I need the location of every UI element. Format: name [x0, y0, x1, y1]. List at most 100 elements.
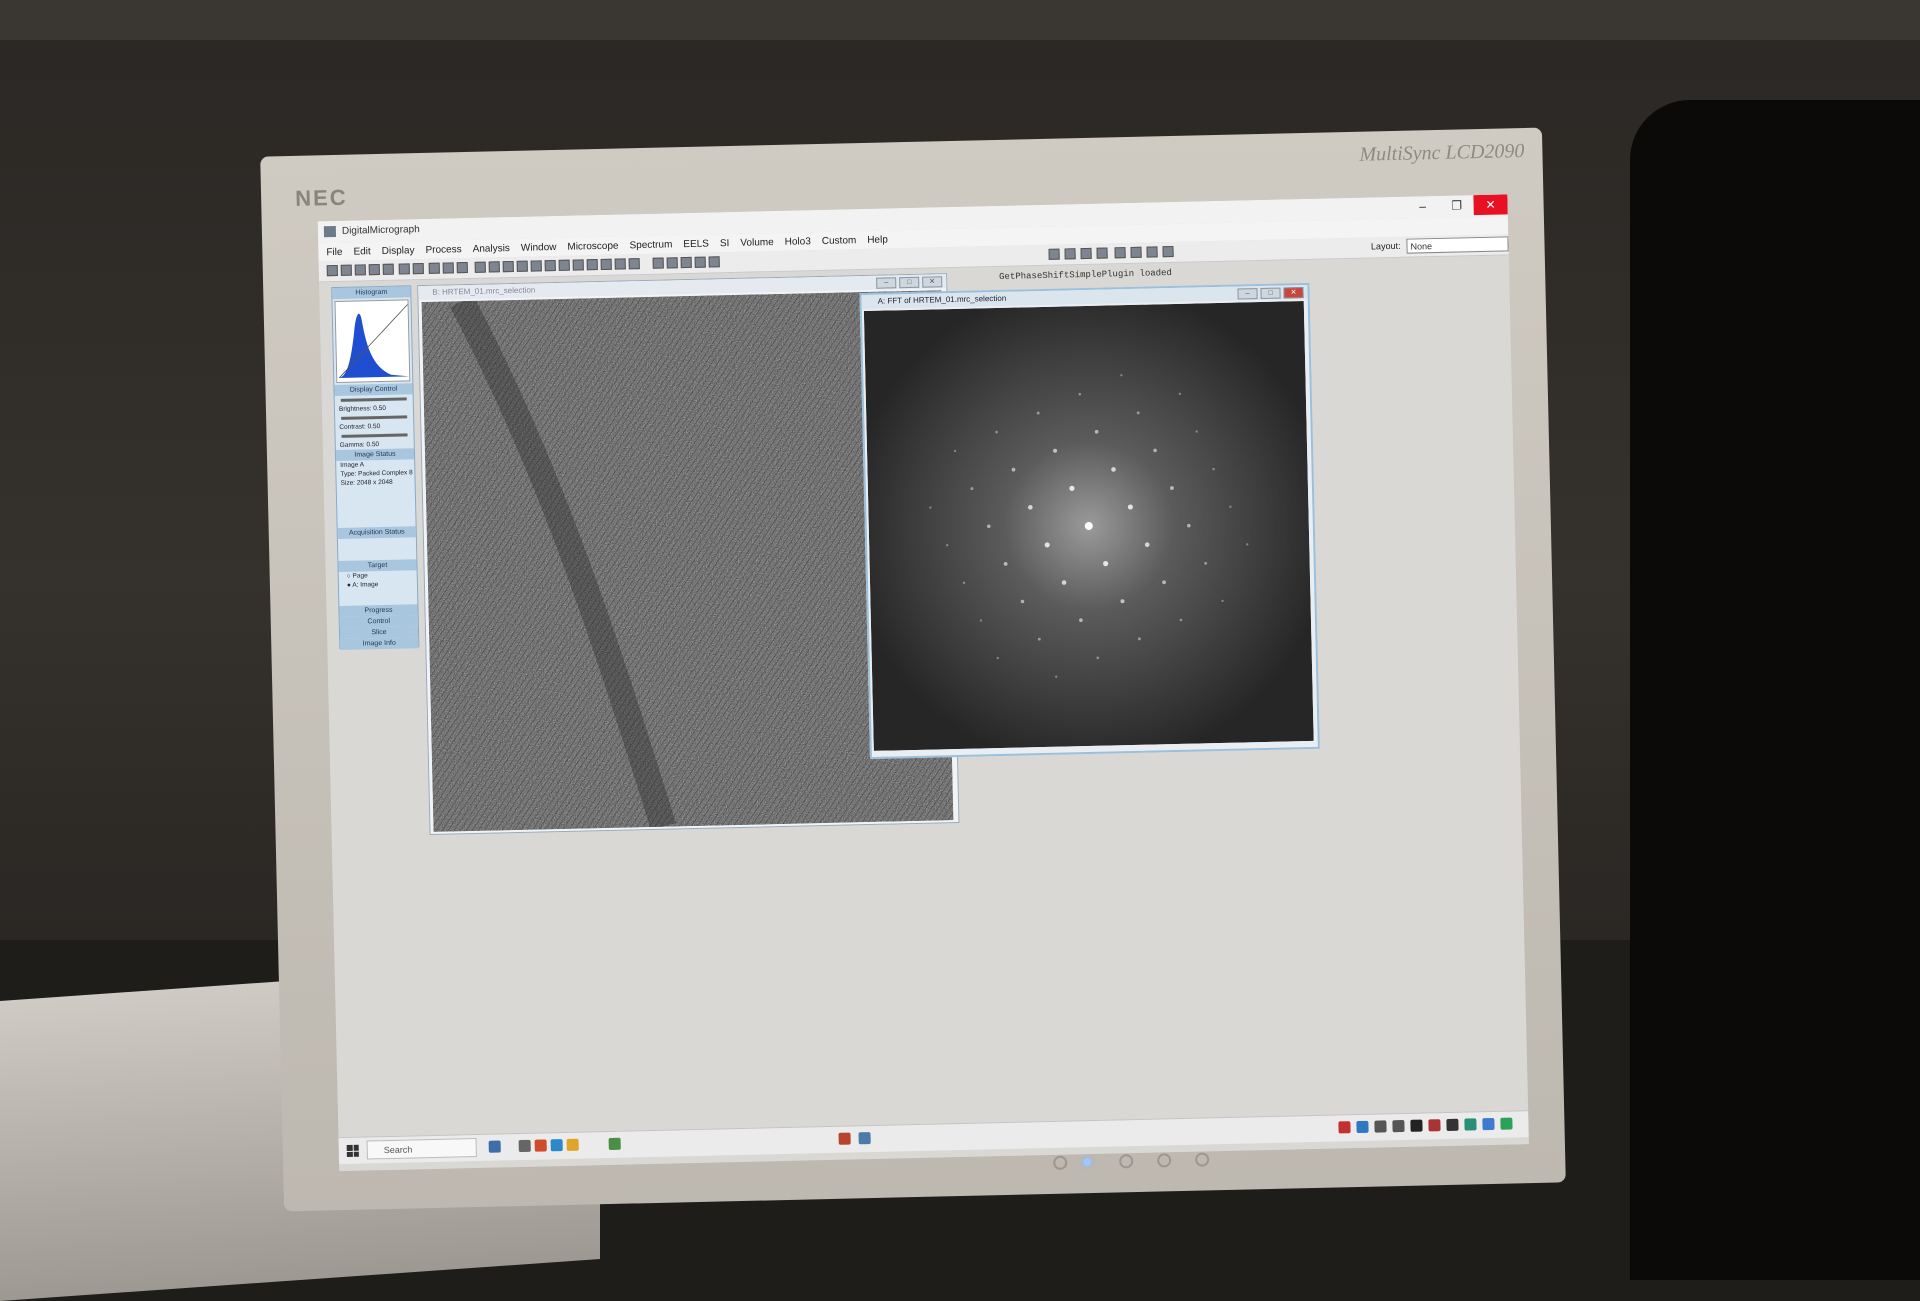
menu-volume[interactable]: Volume	[740, 237, 774, 249]
open-icon[interactable]	[326, 264, 338, 277]
hrtem-window-buttons: – □ ✕	[876, 276, 943, 289]
select-icon[interactable]	[652, 257, 664, 269]
fft-close-button[interactable]: ✕	[1283, 287, 1304, 299]
app-icon	[323, 225, 337, 238]
grid-icon[interactable]	[1146, 246, 1158, 258]
hand-icon[interactable]	[488, 261, 500, 273]
explorer-icon[interactable]	[566, 1138, 579, 1151]
menu-analysis[interactable]: Analysis	[473, 243, 510, 255]
tray-app-icon[interactable]	[838, 1132, 851, 1145]
monitor: NEC MultiSync LCD2090 DigitalMicrograph …	[260, 127, 1566, 1212]
pointer-icon[interactable]	[474, 261, 486, 273]
image-info-header[interactable]: Image Info	[340, 637, 419, 650]
fft-diffractogram[interactable]	[863, 301, 1314, 751]
volume-icon[interactable]	[1392, 1119, 1405, 1133]
arrow-icon[interactable]	[544, 260, 556, 272]
tray-icon-8[interactable]	[1500, 1117, 1513, 1130]
tray-icon-6[interactable]	[1464, 1118, 1477, 1131]
taskbar-search-input[interactable]: Search	[366, 1138, 477, 1160]
polygon-icon[interactable]	[586, 259, 598, 271]
fft-window[interactable]: A: FFT of HRTEM_01.mrc_selection – □ ✕	[859, 282, 1320, 759]
profile-icon[interactable]	[666, 257, 678, 269]
menu-process[interactable]: Process	[425, 244, 461, 256]
spot-icon[interactable]	[614, 258, 626, 270]
layout-select[interactable]: None	[1406, 236, 1509, 254]
histogram-plot	[334, 299, 411, 384]
display-icon[interactable]	[1374, 1120, 1387, 1133]
cortana-icon[interactable]	[488, 1140, 501, 1153]
gamma-slider[interactable]	[341, 433, 408, 438]
menu-file[interactable]: File	[326, 246, 342, 257]
angle-icon[interactable]	[708, 256, 720, 268]
menu-microscope[interactable]: Microscope	[567, 240, 618, 252]
menu-eels[interactable]: EELS	[683, 238, 709, 250]
fft-maximize-button[interactable]: □	[1260, 287, 1281, 300]
next-icon[interactable]	[1096, 247, 1108, 259]
link-icon[interactable]	[1114, 247, 1126, 259]
rectangle-icon[interactable]	[558, 259, 570, 271]
tray-icon-3[interactable]	[1410, 1119, 1423, 1132]
menu-help[interactable]: Help	[867, 234, 888, 245]
close-button[interactable]: ✕	[1473, 194, 1508, 216]
hrtem-minimize-button[interactable]: –	[876, 277, 897, 289]
target-icon[interactable]	[1130, 246, 1142, 258]
minus-icon[interactable]	[1080, 247, 1092, 260]
display-control-header[interactable]: Display Control	[334, 383, 413, 397]
line-icon[interactable]	[530, 260, 542, 272]
input-button[interactable]	[1157, 1153, 1172, 1168]
divider-icon[interactable]	[1064, 248, 1076, 260]
menu-button[interactable]	[1119, 1154, 1134, 1169]
new-icon[interactable]	[340, 264, 352, 276]
screen: DigitalMicrograph – ❐ ✕ File Edit Displa…	[317, 194, 1529, 1172]
tray-icon-5[interactable]	[1446, 1118, 1459, 1132]
hrtem-close-button[interactable]: ✕	[922, 276, 943, 288]
hrtem-maximize-button[interactable]: □	[899, 276, 920, 289]
acquisition-status-header[interactable]: Acquisition Status	[337, 526, 416, 540]
print-icon[interactable]	[382, 263, 394, 275]
adjust-button[interactable]	[1195, 1152, 1210, 1167]
menu-holo3[interactable]: Holo3	[785, 236, 811, 248]
menu-si[interactable]: SI	[720, 238, 730, 249]
antivirus-icon[interactable]	[1338, 1121, 1351, 1134]
mask-icon[interactable]	[600, 258, 612, 270]
tray-icon-7[interactable]	[1482, 1117, 1495, 1131]
app-icon-blue[interactable]	[550, 1139, 563, 1152]
chart-icon[interactable]	[412, 262, 424, 275]
line-plot-icon[interactable]	[398, 263, 410, 275]
power-button[interactable]	[1053, 1155, 1068, 1170]
save-all-icon[interactable]	[368, 263, 380, 276]
histogram-graph	[338, 304, 410, 379]
task-view-icon[interactable]	[518, 1139, 531, 1153]
minimize-button[interactable]: –	[1405, 196, 1439, 217]
menu-window[interactable]: Window	[521, 241, 557, 253]
network-icon[interactable]	[1356, 1120, 1369, 1134]
marker-icon[interactable]	[1162, 245, 1174, 258]
chrome-icon[interactable]	[608, 1137, 621, 1151]
brightness-slider[interactable]	[340, 397, 407, 402]
app-icon-red[interactable]	[534, 1139, 547, 1152]
move-icon[interactable]	[1048, 248, 1060, 260]
printer-icon[interactable]	[442, 262, 454, 274]
measure-icon[interactable]	[680, 256, 692, 269]
fft-minimize-button[interactable]: –	[1237, 288, 1258, 300]
zoom-icon[interactable]	[502, 260, 514, 273]
maximize-button[interactable]: ❐	[1439, 195, 1473, 216]
fill-icon[interactable]	[628, 258, 640, 270]
tray-app-icon-2[interactable]	[858, 1132, 871, 1145]
contrast-value: Contrast: 0.50	[339, 423, 381, 431]
save-icon[interactable]	[354, 264, 366, 276]
windows-start-icon[interactable]	[346, 1144, 359, 1157]
menu-spectrum[interactable]: Spectrum	[629, 239, 672, 251]
curve-icon[interactable]	[694, 256, 706, 268]
contrast-slider[interactable]	[341, 415, 408, 420]
copy-icon[interactable]	[428, 262, 440, 274]
fft-window-buttons: – □ ✕	[1237, 287, 1304, 300]
oval-icon[interactable]	[572, 259, 584, 271]
text-icon[interactable]	[516, 260, 528, 272]
histogram-header[interactable]: Histogram	[332, 286, 411, 300]
menu-custom[interactable]: Custom	[822, 235, 857, 247]
menu-edit[interactable]: Edit	[353, 246, 370, 257]
tools-icon[interactable]	[456, 261, 468, 274]
tray-icon-4[interactable]	[1428, 1119, 1441, 1132]
menu-display[interactable]: Display	[382, 245, 415, 257]
